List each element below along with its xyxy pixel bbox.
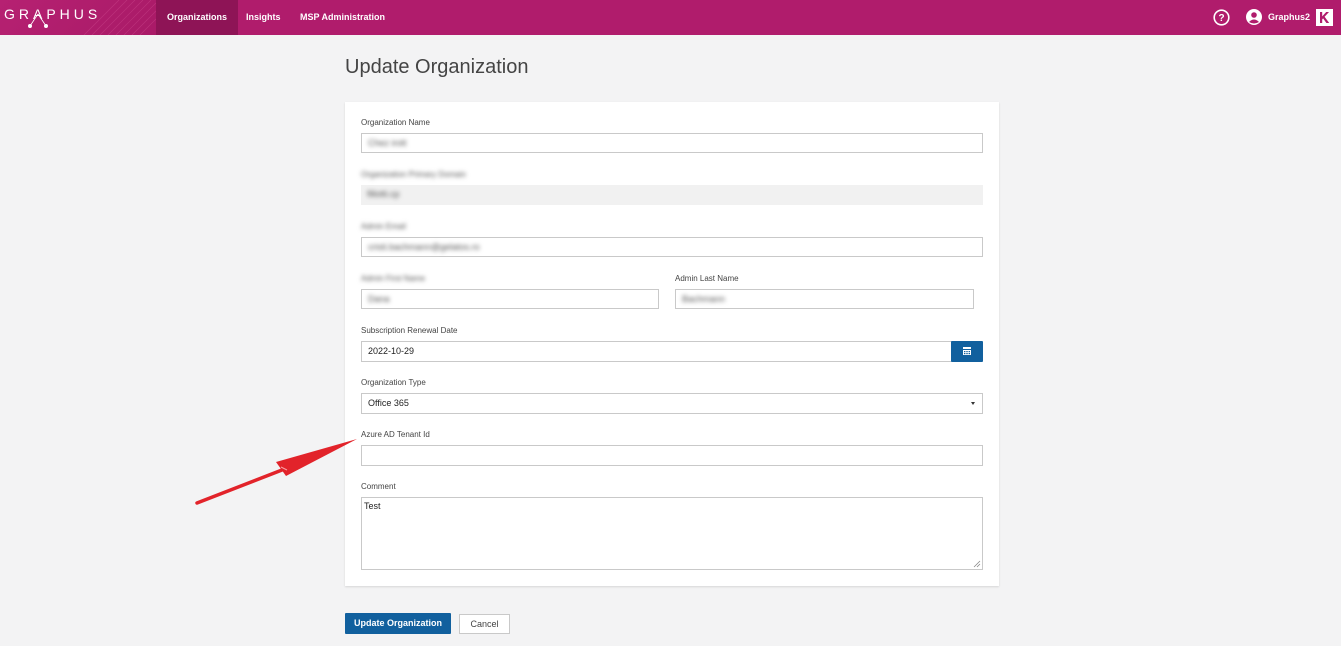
renewal-date-label: Subscription Renewal Date xyxy=(361,326,458,335)
admin-first-name-value: Dana xyxy=(368,294,390,304)
help-circle-icon[interactable]: ? xyxy=(1213,9,1230,26)
top-navbar: GRAPHUS Organizations Insights MSP Admin… xyxy=(0,0,1341,35)
cancel-button[interactable]: Cancel xyxy=(459,614,510,634)
nav-insights[interactable]: Insights xyxy=(235,0,292,35)
kaseya-k-icon[interactable] xyxy=(1316,9,1333,26)
page-title: Update Organization xyxy=(345,56,529,78)
comment-label: Comment xyxy=(361,482,396,491)
form-card: Organization Name Chez irott Organizatio… xyxy=(345,102,999,586)
comment-textarea[interactable]: Test xyxy=(361,497,983,570)
resize-grip-icon[interactable] xyxy=(973,560,981,568)
admin-last-name-value: Bachmann xyxy=(682,294,726,304)
admin-last-name-input[interactable]: Bachmann xyxy=(675,289,974,309)
renewal-date-input[interactable]: 2022-10-29 xyxy=(361,341,952,362)
comment-value: Test xyxy=(364,501,381,511)
azure-tenant-label: Azure AD Tenant Id xyxy=(361,430,430,439)
nav-organizations[interactable]: Organizations xyxy=(156,0,239,35)
nav-msp-administration[interactable]: MSP Administration xyxy=(289,0,396,35)
org-type-value: Office 365 xyxy=(368,398,409,408)
admin-email-input[interactable]: cristi.bachmann@gelatos.ro xyxy=(361,237,983,257)
calendar-icon xyxy=(963,347,971,355)
admin-email-value: cristi.bachmann@gelatos.ro xyxy=(368,242,480,252)
update-organization-button[interactable]: Update Organization xyxy=(345,613,451,634)
org-name-label: Organization Name xyxy=(361,118,430,127)
svg-text:?: ? xyxy=(1218,13,1224,24)
primary-domain-label: Organization Primary Domain xyxy=(361,170,466,179)
azure-tenant-input[interactable] xyxy=(361,445,983,466)
org-type-select[interactable]: Office 365 xyxy=(361,393,983,414)
admin-last-name-label: Admin Last Name xyxy=(675,274,739,283)
org-name-input[interactable]: Chez irott xyxy=(361,133,983,153)
org-type-label: Organization Type xyxy=(361,378,426,387)
caret-down-icon xyxy=(971,402,975,405)
primary-domain-input: fillotti.cp xyxy=(361,185,983,205)
admin-first-name-input[interactable]: Dana xyxy=(361,289,659,309)
user-name[interactable]: Graphus2 xyxy=(1268,0,1310,35)
logo-area[interactable]: GRAPHUS xyxy=(0,0,156,35)
admin-email-label: Admin Email xyxy=(361,222,406,231)
admin-first-name-label: Admin First Name xyxy=(361,274,426,283)
logo-text: GRAPHUS xyxy=(4,6,102,22)
calendar-button[interactable] xyxy=(951,341,983,362)
primary-domain-value: fillotti.cp xyxy=(367,189,400,199)
user-circle-icon[interactable] xyxy=(1246,9,1262,25)
org-name-value: Chez irott xyxy=(368,138,407,148)
